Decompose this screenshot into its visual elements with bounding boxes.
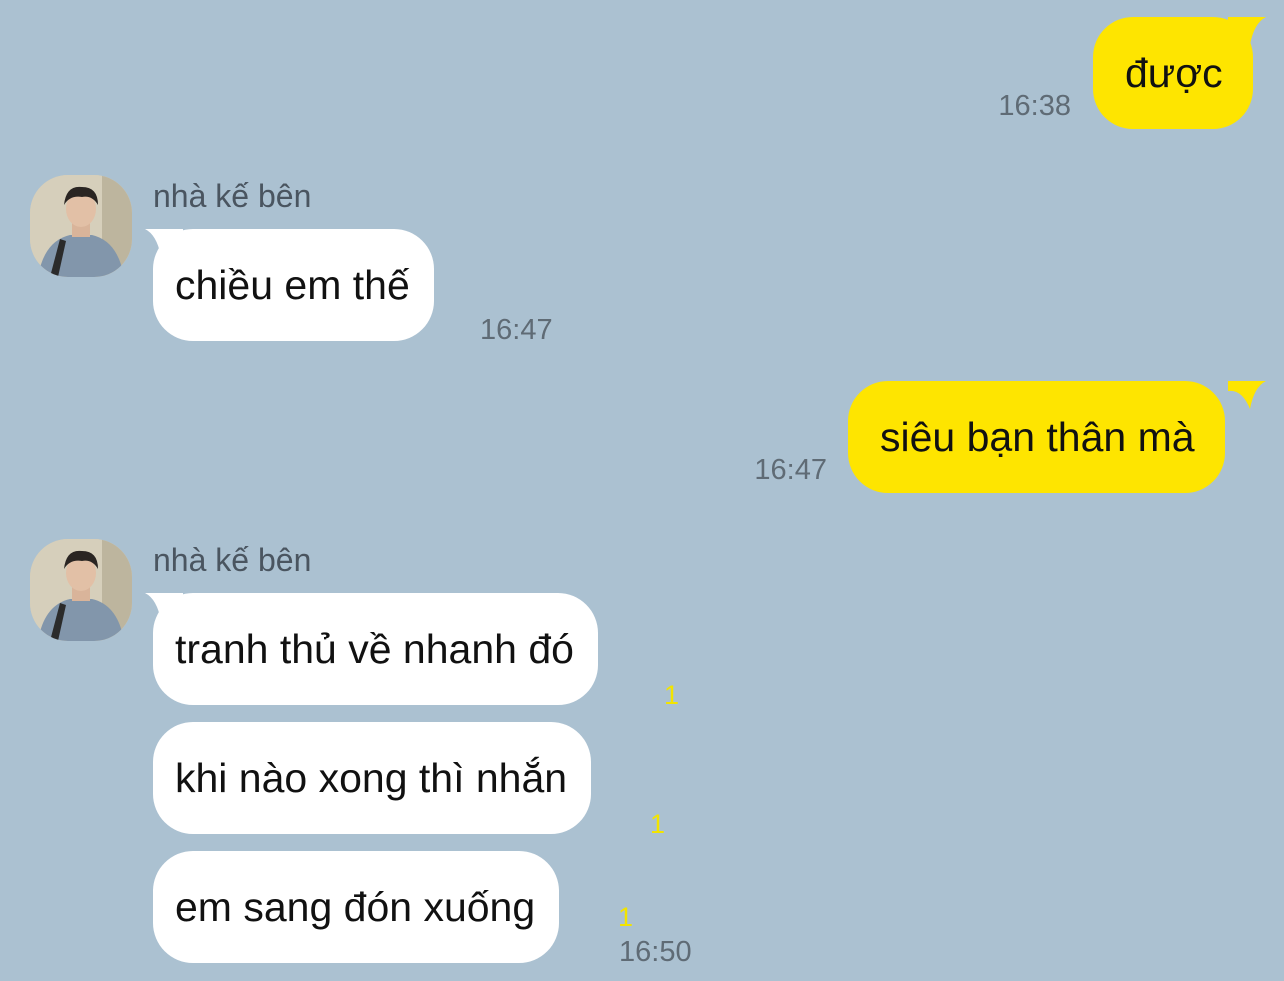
unread-count: 1 bbox=[650, 809, 666, 839]
message-timestamp: 16:38 bbox=[998, 90, 1071, 122]
message-timestamp: 16:47 bbox=[754, 454, 827, 486]
outgoing-bubble-tail bbox=[1228, 381, 1266, 409]
message-text: siêu bạn thân mà bbox=[880, 413, 1195, 460]
profile-photo-icon bbox=[30, 175, 132, 277]
message-text: tranh thủ về nhanh đó bbox=[175, 625, 574, 672]
message-timestamp: 16:50 bbox=[619, 936, 692, 968]
incoming-bubble-tail bbox=[145, 229, 183, 257]
message-text: em sang đón xuống bbox=[175, 883, 536, 930]
sender-name: nhà kế bên bbox=[153, 178, 312, 214]
unread-count: 1 bbox=[664, 680, 680, 710]
incoming-message-bubble[interactable]: chiều em thế bbox=[153, 229, 434, 341]
profile-photo-icon bbox=[30, 539, 132, 641]
message-text: khi nào xong thì nhắn bbox=[175, 754, 568, 801]
incoming-message-bubble[interactable]: em sang đón xuống bbox=[153, 851, 560, 963]
outgoing-message-bubble[interactable]: siêu bạn thân mà bbox=[848, 381, 1225, 493]
outgoing-bubble-tail bbox=[1228, 17, 1266, 45]
incoming-bubble-tail bbox=[145, 593, 183, 621]
sender-name: nhà kế bên bbox=[153, 542, 312, 578]
incoming-message-bubble[interactable]: tranh thủ về nhanh đó bbox=[153, 593, 598, 705]
sender-avatar[interactable] bbox=[30, 175, 132, 277]
incoming-message-bubble[interactable]: khi nào xong thì nhắn bbox=[153, 722, 592, 834]
message-text: chiều em thế bbox=[175, 261, 410, 308]
message-text: được bbox=[1125, 49, 1223, 96]
message-timestamp: 16:47 bbox=[480, 314, 553, 346]
sender-avatar[interactable] bbox=[30, 539, 132, 641]
unread-count: 1 bbox=[618, 902, 634, 932]
